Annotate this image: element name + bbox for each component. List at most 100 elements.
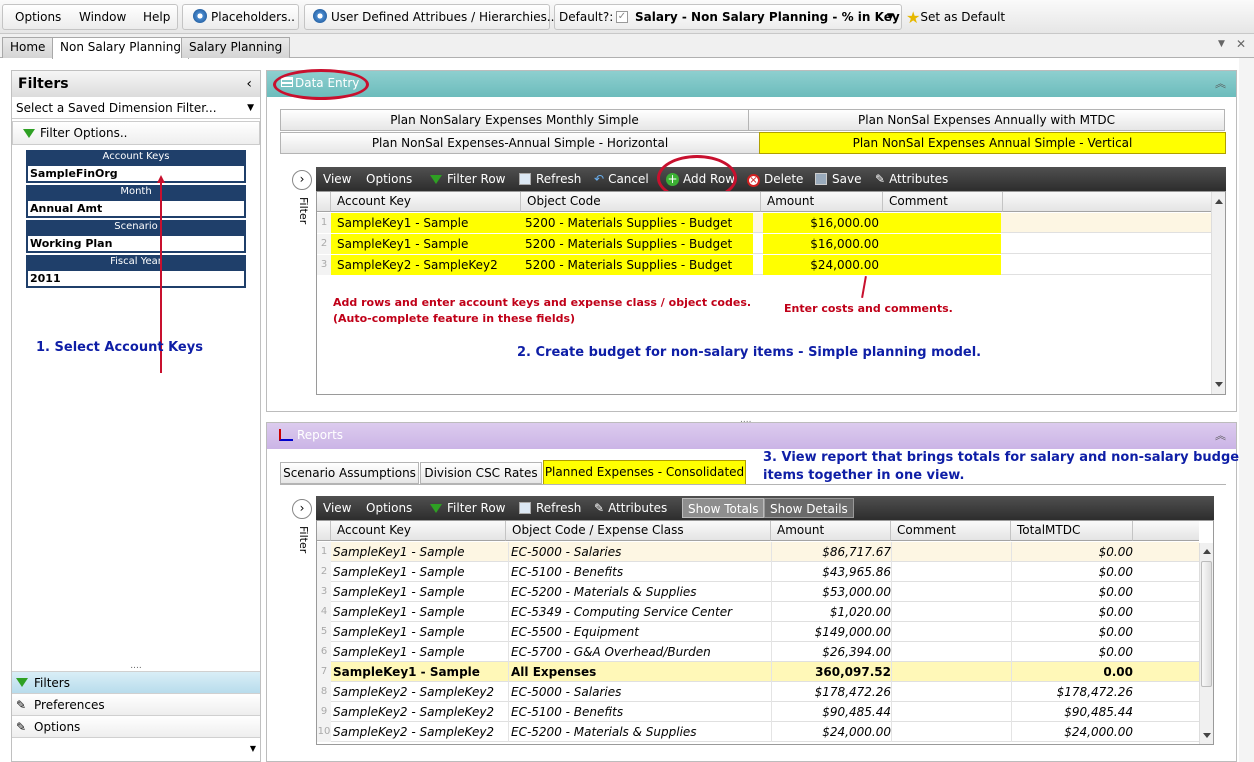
- cell-amount[interactable]: $26,394.00: [771, 642, 891, 662]
- cell-account-key[interactable]: SampleKey1 - Sample: [333, 582, 505, 602]
- vertical-scrollbar[interactable]: [1199, 543, 1213, 744]
- scroll-down-icon[interactable]: [1203, 733, 1211, 738]
- cell-amount[interactable]: $43,965.86: [771, 562, 891, 582]
- chevron-down-icon[interactable]: ▼: [1218, 39, 1225, 49]
- plan-tab-horizontal[interactable]: Plan NonSal Expenses-Annual Simple - Hor…: [280, 132, 760, 154]
- report-tab-planned-expenses[interactable]: Planned Expenses - Consolidated: [543, 460, 746, 485]
- cell-total-mtdc[interactable]: $90,485.44: [1011, 702, 1133, 722]
- col-amount[interactable]: Amount: [761, 192, 883, 212]
- cell-object-code[interactable]: EC-5200 - Materials & Supplies: [508, 722, 770, 742]
- cell-account-key[interactable]: SampleKey1 - Sample: [333, 562, 505, 582]
- col-object-code[interactable]: Object Code / Expense Class: [506, 521, 771, 541]
- scroll-up-icon[interactable]: [1203, 549, 1211, 554]
- expand-filter-icon[interactable]: ›: [292, 170, 312, 190]
- refresh-button[interactable]: Refresh: [519, 496, 581, 520]
- collapse-up-icon[interactable]: ︽: [1215, 427, 1226, 443]
- cell-object-code[interactable]: 5200 - Materials Supplies - Budget: [521, 213, 753, 233]
- tab-salary-planning[interactable]: Salary Planning: [181, 37, 291, 58]
- dim-value-scenario[interactable]: Working Plan: [26, 234, 246, 253]
- menu-window[interactable]: Window: [79, 5, 126, 29]
- plan-tab-vertical[interactable]: Plan NonSal Expenses Annual Simple - Ver…: [759, 132, 1226, 154]
- collapse-left-icon[interactable]: ‹: [246, 71, 252, 97]
- total-row[interactable]: 7 SampleKey1 - Sample All Expenses 360,097.…: [317, 662, 1199, 682]
- table-row[interactable]: 1 SampleKey1 - Sample 5200 - Materials S…: [317, 213, 1211, 233]
- table-row[interactable]: 3 SampleKey1 - Sample EC-5200 - Materials …: [317, 582, 1199, 602]
- scroll-thumb[interactable]: [1201, 561, 1212, 687]
- cell-amount[interactable]: $16,000.00: [763, 213, 883, 233]
- cell-comment[interactable]: [891, 642, 1011, 662]
- cell-total-mtdc[interactable]: 0.00: [1011, 662, 1133, 682]
- cell-amount[interactable]: 360,097.52: [771, 662, 891, 682]
- cell-total-mtdc[interactable]: $24,000.00: [1011, 722, 1133, 742]
- cell-account-key[interactable]: SampleKey2 - SampleKey2: [333, 702, 505, 722]
- placeholders-button[interactable]: Placeholders..: [182, 4, 299, 30]
- cell-account-key[interactable]: SampleKey1 - Sample: [333, 642, 505, 662]
- cell-object-code[interactable]: EC-5000 - Salaries: [508, 542, 770, 562]
- cell-total-mtdc[interactable]: $0.00: [1011, 602, 1133, 622]
- nav-preferences[interactable]: ✎ Preferences: [12, 693, 260, 715]
- plan-tab-annual-mtdc[interactable]: Plan NonSal Expenses Annually with MTDC: [748, 109, 1225, 131]
- cell-amount[interactable]: $90,485.44: [771, 702, 891, 722]
- cell-amount[interactable]: $178,472.26: [771, 682, 891, 702]
- col-comment[interactable]: Comment: [883, 192, 1003, 212]
- collapse-up-icon[interactable]: ︽: [1215, 75, 1226, 91]
- cell-object-code[interactable]: EC-5500 - Equipment: [508, 622, 770, 642]
- cell-total-mtdc[interactable]: $0.00: [1011, 642, 1133, 662]
- scroll-down-icon[interactable]: [1215, 382, 1223, 387]
- filter-row-button[interactable]: Filter Row: [430, 496, 506, 520]
- table-row[interactable]: 10 SampleKey2 - SampleKey2 EC-5200 - Mater…: [317, 722, 1199, 742]
- col-object-code[interactable]: Object Code: [521, 192, 761, 212]
- cell-amount[interactable]: $86,717.67: [771, 542, 891, 562]
- filter-row-button[interactable]: Filter Row: [430, 167, 506, 191]
- cell-account-key[interactable]: SampleKey1 - Sample: [333, 542, 505, 562]
- set-default-button[interactable]: ★Set as Default: [906, 5, 1005, 29]
- cell-object-code[interactable]: EC-5349 - Computing Service Center: [508, 602, 770, 622]
- saved-filter-select[interactable]: Select a Saved Dimension Filter... ▼: [12, 97, 260, 119]
- window-scrollbar[interactable]: [1239, 58, 1254, 762]
- default-checkbox[interactable]: ✓: [616, 11, 628, 23]
- close-icon[interactable]: ✕: [1236, 37, 1246, 51]
- cell-comment[interactable]: [891, 562, 1011, 582]
- filter-options-button[interactable]: Filter Options..: [12, 121, 260, 145]
- dim-value-account-keys[interactable]: SampleFinOrg: [26, 164, 246, 183]
- col-account-key[interactable]: Account Key: [331, 521, 506, 541]
- nav-options[interactable]: ✎ Options: [12, 715, 260, 737]
- table-row[interactable]: 2 SampleKey1 - Sample 5200 - Materials S…: [317, 234, 1211, 254]
- cell-comment[interactable]: [891, 722, 1011, 742]
- cell-object-code[interactable]: EC-5700 - G&A Overhead/Burden: [508, 642, 770, 662]
- plan-tab-monthly[interactable]: Plan NonSalary Expenses Monthly Simple: [280, 109, 749, 131]
- table-row[interactable]: 6 SampleKey1 - Sample EC-5700 - G&A Overhe…: [317, 642, 1199, 662]
- table-row[interactable]: 3 SampleKey2 - SampleKey2 5200 - Materia…: [317, 255, 1211, 275]
- cell-comment[interactable]: [883, 213, 1001, 233]
- cell-amount[interactable]: $1,020.00: [771, 602, 891, 622]
- udf-button[interactable]: User Defined Attribues / Hierarchies..: [304, 4, 554, 30]
- delete-button[interactable]: × Delete: [747, 167, 803, 191]
- cell-comment[interactable]: [891, 542, 1011, 562]
- cell-amount[interactable]: $16,000.00: [763, 234, 883, 254]
- dim-value-month[interactable]: Annual Amt: [26, 199, 246, 218]
- cell-object-code[interactable]: EC-5100 - Benefits: [508, 562, 770, 582]
- cell-comment[interactable]: [891, 702, 1011, 722]
- cell-comment[interactable]: [891, 602, 1011, 622]
- options-button[interactable]: Options: [366, 167, 412, 191]
- cell-comment[interactable]: [883, 234, 1001, 254]
- table-row[interactable]: 5 SampleKey1 - Sample EC-5500 - Equipment $…: [317, 622, 1199, 642]
- save-button[interactable]: Save: [815, 167, 861, 191]
- cell-object-code[interactable]: 5200 - Materials Supplies - Budget: [521, 255, 753, 275]
- nav-more[interactable]: ▼: [12, 737, 260, 761]
- cell-amount[interactable]: $24,000.00: [771, 722, 891, 742]
- cell-object-code[interactable]: EC-5100 - Benefits: [508, 702, 770, 722]
- table-row[interactable]: 1 SampleKey1 - Sample EC-5000 - Salaries $8…: [317, 542, 1199, 562]
- refresh-button[interactable]: Refresh: [519, 167, 581, 191]
- cell-total-mtdc[interactable]: $0.00: [1011, 542, 1133, 562]
- cell-total-mtdc[interactable]: $0.00: [1011, 582, 1133, 602]
- cell-comment[interactable]: [891, 682, 1011, 702]
- report-tab-scenario[interactable]: Scenario Assumptions: [280, 462, 419, 484]
- cell-comment[interactable]: [883, 255, 1001, 275]
- dim-value-fiscal-year[interactable]: 2011: [26, 269, 246, 288]
- cell-account-key[interactable]: SampleKey2 - SampleKey2: [333, 722, 505, 742]
- attributes-button[interactable]: ✎ Attributes: [875, 167, 948, 191]
- cell-total-mtdc[interactable]: $178,472.26: [1011, 682, 1133, 702]
- cell-object-code[interactable]: All Expenses: [508, 662, 770, 682]
- view-button[interactable]: View: [323, 167, 351, 191]
